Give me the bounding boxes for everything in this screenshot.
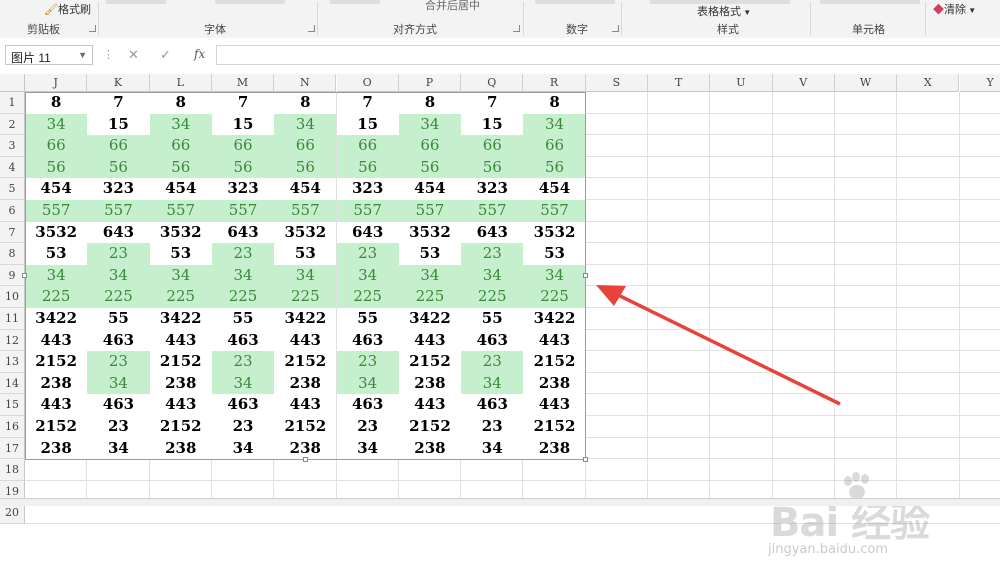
brush-icon: 🖌 bbox=[44, 4, 58, 16]
group-divider bbox=[523, 2, 524, 36]
red-arrow-annotation bbox=[0, 74, 1000, 505]
chevron-down-icon: ▼ bbox=[966, 6, 976, 15]
clear-button[interactable]: ◆清除 ▼ bbox=[933, 1, 976, 17]
group-divider bbox=[621, 2, 622, 36]
formula-input[interactable] bbox=[216, 45, 1000, 65]
formula-bar: 图片 11 ▼ ⋮ ✕ ✓ fx bbox=[0, 38, 1000, 74]
group-divider bbox=[810, 2, 811, 36]
group-label-styles: 样式 bbox=[717, 21, 739, 37]
font-launcher-icon[interactable] bbox=[308, 25, 315, 32]
spreadsheet-grid[interactable]: JKLMNOPQRSTUVWXY 12345678910111213141516… bbox=[0, 74, 1000, 505]
font-color-buttons[interactable] bbox=[215, 0, 285, 4]
number-format-buttons[interactable] bbox=[535, 0, 615, 4]
gridline-row bbox=[25, 523, 1000, 524]
group-divider bbox=[98, 2, 99, 36]
group-label-font: 字体 bbox=[204, 21, 226, 37]
ribbon: 🖌格式刷 合并后居中 表格格式 ▼ ◆清除 ▼ 剪贴板 字体 对齐方式 数字 样… bbox=[0, 0, 1000, 39]
number-launcher-icon[interactable] bbox=[612, 25, 619, 32]
insert-function-button[interactable]: fx bbox=[194, 47, 205, 61]
font-format-buttons[interactable] bbox=[106, 0, 166, 4]
group-label-clipboard: 剪贴板 bbox=[27, 21, 60, 37]
group-label-alignment: 对齐方式 bbox=[393, 21, 437, 37]
group-label-cells: 单元格 bbox=[852, 21, 885, 37]
more-options-icon[interactable]: ⋮ bbox=[103, 48, 114, 61]
align-buttons[interactable] bbox=[330, 0, 380, 4]
cancel-icon[interactable]: ✕ bbox=[128, 47, 139, 63]
clipboard-launcher-icon[interactable] bbox=[89, 25, 96, 32]
chevron-down-icon[interactable]: ▼ bbox=[78, 50, 87, 60]
confirm-icon[interactable]: ✓ bbox=[160, 47, 171, 63]
group-divider bbox=[925, 2, 926, 36]
group-label-number: 数字 bbox=[566, 21, 588, 37]
alignment-launcher-icon[interactable] bbox=[513, 25, 520, 32]
eraser-icon: ◆ bbox=[933, 4, 944, 16]
cell-buttons[interactable] bbox=[820, 0, 920, 4]
chevron-down-icon: ▼ bbox=[741, 8, 751, 17]
table-format-button[interactable]: 表格格式 ▼ bbox=[697, 3, 751, 19]
merge-center-button[interactable]: 合并后居中 bbox=[425, 0, 480, 13]
group-divider bbox=[317, 2, 318, 36]
arrow-shaft bbox=[612, 292, 840, 404]
name-box[interactable]: 图片 11 ▼ bbox=[5, 45, 93, 65]
format-painter-button[interactable]: 🖌格式刷 bbox=[44, 1, 91, 17]
